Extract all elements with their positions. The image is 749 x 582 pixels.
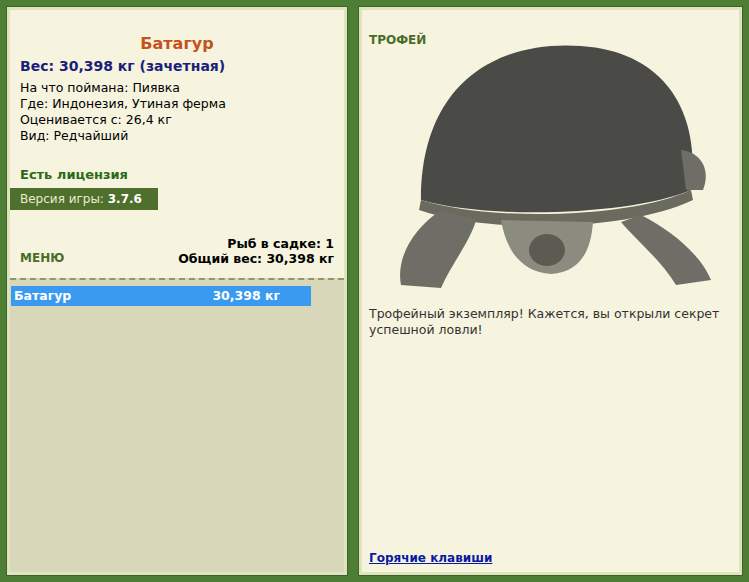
trophy-panel: ТРОФЕЙ Трофейный экземпляр! Кажется, вы о… xyxy=(359,7,742,575)
fish-info: БатагурВес: 30,398 кг (зачетная) На что п… xyxy=(10,10,344,278)
hotkeys-link[interactable]: Горячие клавиши xyxy=(369,550,732,566)
trophy-label: ТРОФЕЙ xyxy=(369,32,732,48)
version-bar: Версия игры: 3.7.6 xyxy=(10,188,158,210)
catch-list: Батагур30,398 кг xyxy=(10,278,344,572)
menu-button[interactable]: МЕНЮ xyxy=(20,250,64,266)
info-line: Где: Индонезия, Утиная ферма xyxy=(20,96,334,112)
catch-row[interactable]: Батагур30,398 кг xyxy=(11,286,311,306)
info-line: Оценивается с: 26,4 кг xyxy=(20,112,334,128)
catch-panel: БатагурВес: 30,398 кг (зачетная) На что п… xyxy=(7,7,347,575)
keepnet-total: Общий вес: 30,398 кг xyxy=(178,251,334,266)
info-line: На что поймана: Пиявка xyxy=(20,80,334,96)
fish-name: Батагур xyxy=(20,34,334,54)
game-screen: БатагурВес: 30,398 кг (зачетная) На что п… xyxy=(0,0,749,582)
keepnet-count: Рыб в садке: 1 xyxy=(227,236,334,251)
trophy-message: Трофейный экземпляр! Кажется, вы открыли… xyxy=(369,306,732,338)
turtle-picture-icon xyxy=(381,40,721,292)
info-line: Вид: Редчайший xyxy=(20,128,334,144)
license: Есть лицензия xyxy=(20,166,334,184)
fish-weight: Вес: 30,398 кг (зачетная) xyxy=(20,56,334,76)
